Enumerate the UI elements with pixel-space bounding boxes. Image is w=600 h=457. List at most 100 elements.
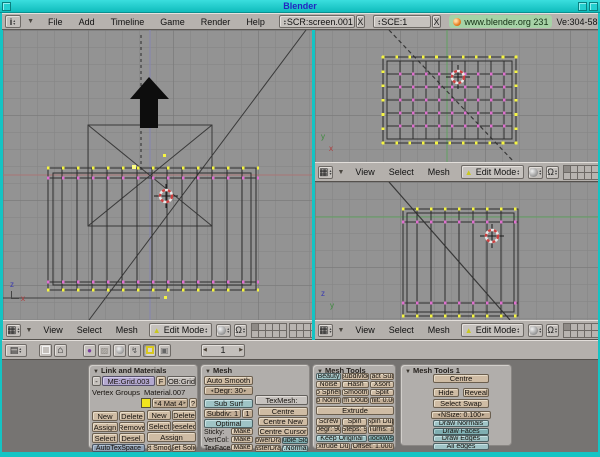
to-sphere-button[interactable]: To Sphere (316, 389, 341, 396)
object-context-button[interactable]: ↯ (128, 344, 141, 357)
home-button[interactable]: ⌂ (54, 344, 67, 357)
mode-dropdown[interactable]: ▲ Edit Mode ▴▾ (149, 323, 212, 337)
rem-doubles-button[interactable]: Rem Doubles (342, 397, 369, 404)
reveal-button[interactable]: Reveal (463, 388, 489, 397)
degr90-field[interactable]: Degr: 90 (316, 426, 341, 434)
set-smooth-button[interactable]: Set Smooth (147, 444, 171, 452)
centre-cursor-button[interactable]: Centre Cursor (258, 427, 308, 436)
split-button[interactable]: Split (370, 389, 394, 396)
layer-cell[interactable] (279, 330, 287, 338)
subdiv-render-field[interactable]: 1 (242, 409, 253, 418)
menu-view[interactable]: View (43, 325, 62, 335)
slower-draw-button[interactable]: SlowerDraw (255, 437, 281, 444)
script-context-button[interactable]: ▨ (98, 344, 111, 357)
panel-collapse-icon[interactable]: ▼ (205, 369, 211, 375)
degr-field[interactable]: ◂ Degr: 30 ▸ (204, 386, 253, 395)
menu-select[interactable]: Select (389, 325, 414, 335)
flip-normals-button[interactable]: Flip Normals (316, 397, 341, 404)
viewport-top[interactable]: y x (315, 30, 598, 162)
draw-faces-toggle[interactable]: Draw Faces (433, 428, 489, 435)
draw-type-dropdown[interactable]: ▴▾ (528, 166, 543, 179)
layer-buttons[interactable] (563, 323, 598, 337)
window-type-dropdown[interactable]: i ▴▾ (5, 15, 21, 28)
no-vnormal-flip-toggle[interactable]: No V.Normal Flip (282, 445, 308, 452)
noise-button[interactable]: Noise (316, 381, 341, 388)
all-edges-toggle[interactable]: All edges (433, 443, 489, 450)
nsize-field[interactable]: ◂ NSize: 0.100 ▸ (431, 411, 491, 419)
set-solid-button[interactable]: Set Solid (172, 444, 196, 452)
next-icon[interactable]: ▸ (481, 412, 486, 418)
draw-edges-toggle[interactable]: Draw Edges (433, 435, 489, 442)
menu-view[interactable]: View (355, 325, 374, 335)
hide-button[interactable]: Hide (433, 388, 459, 397)
double-sided-toggle[interactable]: Double Sided (282, 437, 308, 444)
maximize-button[interactable] (578, 2, 587, 11)
material-select-button[interactable]: Select (147, 421, 171, 431)
title-bar[interactable]: Blender (0, 0, 600, 13)
header-collapse-icon[interactable]: ▼ (337, 327, 344, 334)
vgroup-new-button[interactable]: New (92, 411, 118, 421)
pivot-dropdown[interactable]: Ω ▴▾ (546, 166, 559, 179)
viewport-front[interactable]: z x (3, 30, 312, 320)
steps-field[interactable]: Steps: 9 (342, 426, 367, 434)
mode-dropdown[interactable]: ▲ Edit Mode ▴▾ (461, 323, 524, 337)
header-collapse-icon[interactable]: ▼ (27, 18, 34, 25)
object-name-field[interactable]: OB:Grid (167, 376, 196, 386)
panel-align-button[interactable] (39, 344, 52, 357)
menu-render[interactable]: Render (201, 17, 231, 27)
close-window-button[interactable] (589, 2, 598, 11)
material-assign-button[interactable]: Assign (147, 432, 196, 442)
scene-context-button[interactable]: ▣ (158, 344, 171, 357)
vgroup-remove-button[interactable]: Remove (119, 422, 145, 432)
centre-button[interactable]: Centre (433, 374, 489, 383)
layer-cell[interactable] (591, 330, 598, 338)
menu-game[interactable]: Game (160, 17, 185, 27)
draw-type-dropdown[interactable]: ▴▾ (528, 324, 543, 337)
mesh-name-field[interactable]: ME:Grid.003 (102, 376, 155, 386)
window-type-dropdown[interactable]: ▤ ▴▾ (5, 344, 27, 357)
fract-subd-button[interactable]: Fract Subd (370, 373, 394, 380)
material-help-button[interactable]: ? (189, 398, 197, 408)
offset-field[interactable]: Offset: 1.000 (351, 443, 394, 450)
frame-stepper[interactable]: ◀ 1 ▶ (201, 344, 245, 357)
centre-new-button[interactable]: Centre New (258, 417, 308, 426)
draw-type-dropdown[interactable]: ▴▾ (216, 324, 231, 337)
xsort-button[interactable]: Xsort (370, 381, 394, 388)
header-collapse-icon[interactable]: ▼ (337, 169, 344, 176)
frame-next-icon[interactable]: ▶ (238, 347, 244, 353)
vgroup-assign-button[interactable]: Assign (92, 422, 118, 432)
subsurf-toggle[interactable]: Sub Surf (204, 399, 253, 408)
panel-collapse-icon[interactable]: ▼ (405, 369, 411, 375)
vgroup-select-button[interactable]: Select (92, 433, 118, 443)
menu-select[interactable]: Select (77, 325, 102, 335)
layer-cell[interactable] (310, 330, 312, 338)
menu-add[interactable]: Add (79, 17, 95, 27)
material-new-button[interactable]: New (147, 410, 171, 420)
spin-dup-button[interactable]: Spin Dup (368, 418, 394, 426)
fake-user-button[interactable]: F (156, 376, 166, 386)
keep-original-toggle[interactable]: Keep Original (316, 435, 367, 443)
viewport-type-dropdown[interactable]: ▦ ▴▾ (318, 166, 333, 179)
menu-mesh[interactable]: Mesh (428, 167, 450, 177)
texmesh-field[interactable]: TexMesh: (255, 395, 308, 405)
scene-delete-button[interactable]: X (432, 15, 442, 28)
subdiv-field[interactable]: Subdiv: 1 (204, 409, 241, 418)
vgroup-delete-button[interactable]: Delete (119, 411, 145, 421)
menu-select[interactable]: Select (389, 167, 414, 177)
screw-button[interactable]: Screw (316, 418, 341, 426)
texface-make-button[interactable]: Make (231, 444, 253, 451)
mode-dropdown[interactable]: ▲ Edit Mode ▴▾ (461, 165, 524, 179)
sticky-make-button[interactable]: Make (231, 428, 253, 435)
viewport-type-dropdown[interactable]: ▦ ▴▾ (318, 324, 333, 337)
viewport-side[interactable]: z y (315, 182, 598, 320)
centre-button[interactable]: Centre (258, 407, 308, 416)
draw-normals-toggle[interactable]: Draw Normals (433, 420, 489, 427)
menu-view[interactable]: View (355, 167, 374, 177)
layer-cell[interactable] (591, 172, 598, 180)
next-icon[interactable]: ▸ (183, 400, 188, 406)
auto-smooth-toggle[interactable]: Auto Smooth (204, 376, 253, 385)
limit-field[interactable]: Limit: 0.001 (370, 397, 394, 404)
faster-draw-button[interactable]: FasterDraw (255, 445, 281, 452)
vgroup-deselect-button[interactable]: Desel. (119, 433, 145, 443)
menu-help[interactable]: Help (246, 17, 265, 27)
